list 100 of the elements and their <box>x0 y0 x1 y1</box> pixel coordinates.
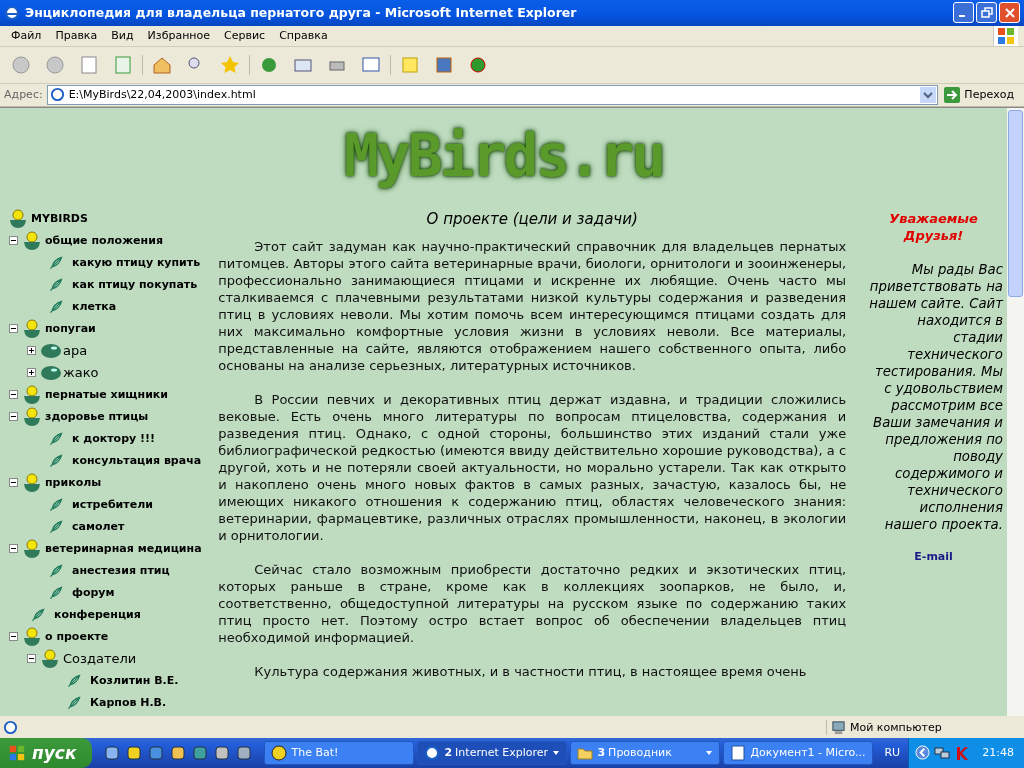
scrollbar-thumb[interactable] <box>1008 109 1023 297</box>
egg-icon <box>40 342 62 359</box>
tree-item[interactable]: клетка <box>72 300 117 314</box>
tree-item[interactable]: какую птицу купить <box>72 256 201 270</box>
menu-item[interactable]: Вид <box>104 29 141 43</box>
bird-icon <box>8 208 28 229</box>
dropdown-icon[interactable] <box>920 86 937 103</box>
close-button[interactable] <box>999 2 1020 24</box>
tree-item[interactable]: истребители <box>72 498 153 512</box>
collapse-icon[interactable] <box>9 412 18 422</box>
site-logo: MyBirds.ru <box>342 120 665 192</box>
article-paragraph: Культура содержания животных, и в частности птиц, в настоящее время очень <box>253 662 808 680</box>
restore-icon <box>980 6 993 19</box>
collapse-icon[interactable] <box>9 390 18 400</box>
feather-icon <box>48 584 64 601</box>
address-label: Адрес: <box>4 88 43 102</box>
feather-icon <box>66 672 82 689</box>
feather-icon <box>48 518 64 535</box>
tree-item[interactable]: приколы <box>45 476 102 490</box>
feather-icon <box>48 430 64 447</box>
zone-label: Мой компьютер <box>850 720 942 734</box>
expand-icon[interactable] <box>27 368 36 378</box>
minimize-icon <box>959 14 965 17</box>
feather-icon <box>48 496 64 513</box>
collapse-icon[interactable] <box>9 236 18 246</box>
taskbar-task[interactable]: The Bat! <box>264 741 415 765</box>
collapse-icon[interactable] <box>9 324 18 334</box>
article-paragraph: Этот сайт задуман как научно-практический справочник для владельцев пернатых питомцев. Авторы этого сайта ветеринарные врачи, биологи, орнитологи и зооинженеры, профессионально занимающиеся птицами и искренне их любящие. Очень часто мы сталкиваемся с плачевными результатами низкой культуры содержания и разведения птиц в условиях неволи. Мы хотим помочь всем интересующимся птицами создать для них максимально комфортные условия жизни в условиях неволи. Все материалы, представленные на сайте, являются отображением нашего собственного опыта, либо основаны на анализе серьезных, литературных источников. <box>218 237 847 374</box>
collapse-icon[interactable] <box>27 654 36 664</box>
bird-icon <box>40 648 60 669</box>
tree-item[interactable]: Карпов Н.В. <box>90 696 167 710</box>
expand-icon[interactable] <box>27 346 36 356</box>
bird-icon <box>22 538 42 559</box>
bird-icon <box>22 406 42 427</box>
egg-icon <box>40 364 62 381</box>
tree-item[interactable]: Козлитин В.Е. <box>90 674 179 688</box>
go-button[interactable]: Переход <box>942 86 1020 103</box>
tree-item[interactable]: о проекте <box>45 630 109 644</box>
feather-icon <box>48 254 64 271</box>
window-title: Энциклопедия для владельца пернатого друга - Microsoft Internet Explorer <box>25 5 578 21</box>
collapse-icon[interactable] <box>9 478 18 488</box>
caret-icon <box>705 749 714 757</box>
minimize-button[interactable] <box>953 2 974 24</box>
tree-item[interactable]: жако <box>63 365 99 381</box>
greeting-heading: Уважаемые Друзья! <box>888 209 979 244</box>
bird-icon <box>22 318 42 339</box>
chevron-icon[interactable] <box>915 745 931 761</box>
tree-item[interactable]: к доктору !!! <box>72 432 156 446</box>
tree-item[interactable]: форум <box>72 586 115 600</box>
tree-item[interactable]: здоровье птицы <box>45 410 149 424</box>
bird-icon <box>22 472 42 493</box>
tree-item[interactable]: Создатели <box>63 651 137 667</box>
tree-item[interactable]: как птицу покупать <box>72 278 198 292</box>
document-icon <box>730 745 747 761</box>
feather-icon <box>48 276 64 293</box>
tree-item[interactable]: пернатые хищники <box>45 388 168 402</box>
computer-icon <box>831 719 846 735</box>
tree-root[interactable]: MYBIRDS <box>31 212 88 226</box>
menu-item[interactable]: Избранное <box>140 29 218 43</box>
taskbar-task[interactable]: Документ1 - Micro... <box>723 741 874 765</box>
menu-item[interactable]: Правка <box>48 29 105 43</box>
feather-icon <box>30 606 46 623</box>
clock: 21:48 <box>982 746 1014 760</box>
scrollbar[interactable] <box>1007 107 1024 717</box>
menu-item[interactable]: Файл <box>4 29 49 43</box>
windows-logo-icon <box>8 744 26 762</box>
maximize-button[interactable] <box>976 2 997 24</box>
article-paragraph: Сейчас стало возможным приобрести достаточно редких и экзотических птиц, которых раньше в стране, кроме как в коллекциях зоопарков, не было, и, соответственно, общедоступной литературы на русском языке по содержанию таких птиц просто нет. Поэтому остро встает вопрос об обеспечении владельцев птиц необходимой информацией. <box>218 560 847 646</box>
feather-icon <box>48 452 64 469</box>
menu-item[interactable]: Справка <box>272 29 335 43</box>
tree-item[interactable]: консультация врача <box>72 454 202 468</box>
close-icon <box>1003 6 1016 19</box>
caret-icon <box>552 749 561 757</box>
bird-icon <box>22 384 42 405</box>
taskbar-task[interactable]: 3 Проводник <box>570 741 721 765</box>
address-field[interactable]: E:\MyBirds\22,04,2003\index.html <box>46 84 939 105</box>
windows-logo-icon <box>993 25 1018 46</box>
language-indicator[interactable]: RU <box>876 746 909 760</box>
taskbar-task[interactable]: 2 Internet Explorer <box>417 741 568 765</box>
tree-item[interactable]: ара <box>63 343 88 359</box>
email-link[interactable]: E-mail <box>864 549 1003 563</box>
article-paragraph: В России певчих и декоративных птиц держат издавна, и традиции сложились вековые. Есть очень много литературы по вопросам птицеловства, содержания и разведения птиц. Однако, с одной стороны, большинство этих изданий стали уже библиографической редкостью (имеются ввиду действительно хорошие руководства), а с другой, хоть и не потеряли своей актуальности, но морально устарели. Так как открыто и накоплено очень много новых фактов в самых разных, зачастую, казалось бы, не имеющих никакого отношения к содержанию птиц, областях человеческого знания: ветеринарии, фармацевтике, различных отраслях промышленности, наконец, в экологии и орнитологии. <box>218 390 847 544</box>
arrow-icon <box>944 86 961 103</box>
tree-item[interactable]: общие положения <box>45 234 163 248</box>
tree-item[interactable]: конференция <box>54 608 141 622</box>
collapse-icon[interactable] <box>9 632 18 642</box>
menu-item[interactable]: Сервис <box>217 29 273 43</box>
welcome-message: Мы рады Вас приветствовать на нашем сайте. Сайт находится в стадии технического тестирования. Мы с удовольствием рассмотрим все Ваши замечания и предложения по поводу содержимого и технического исполнения нашего проекта. <box>868 260 1003 533</box>
collapse-icon[interactable] <box>9 544 18 554</box>
tree-item[interactable]: ветеринарная медицина <box>45 542 202 556</box>
bird-icon <box>22 230 42 251</box>
feather-icon <box>48 562 64 579</box>
feather-icon <box>66 694 82 711</box>
article-heading: О проекте (цели и задачи) <box>425 209 639 228</box>
bird-icon <box>22 626 42 647</box>
tree-item[interactable]: самолет <box>72 520 125 534</box>
feather-icon <box>48 298 64 315</box>
tree-item[interactable]: анестезия птиц <box>72 564 170 578</box>
tree-item[interactable]: попугаи <box>45 322 96 336</box>
start-button[interactable]: пуск <box>0 738 93 768</box>
